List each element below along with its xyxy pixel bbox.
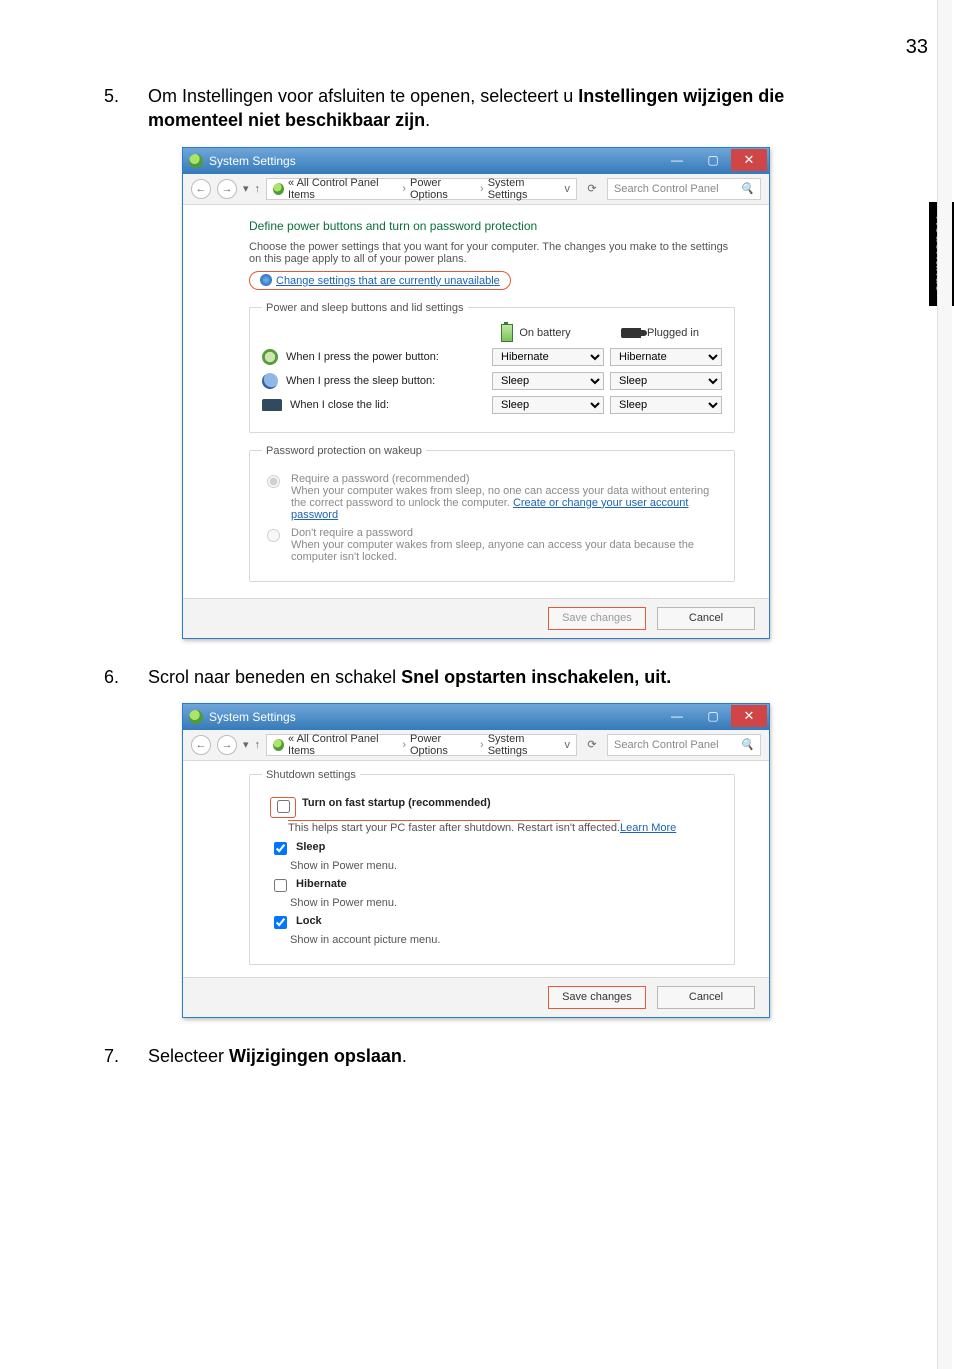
require-password-title: Require a password (recommended) <box>291 473 722 485</box>
page-heading: Define power buttons and turn on passwor… <box>249 219 735 233</box>
control-panel-icon <box>273 183 284 195</box>
learn-more-link[interactable]: Learn More <box>620 822 676 834</box>
fast-startup-checkbox[interactable] <box>277 800 290 813</box>
sleep-button-icon <box>262 373 278 389</box>
back-button[interactable]: ← <box>191 735 211 755</box>
breadcrumb[interactable]: « All Control Panel Items› Power Options… <box>266 178 577 200</box>
hibernate-label: Hibernate <box>296 878 347 890</box>
control-panel-icon <box>189 154 203 168</box>
system-settings-window-1: System Settings — ▢ ✕ ← → ▾ ↑ « All Cont… <box>182 147 770 639</box>
hibernate-desc: Show in Power menu. <box>290 897 722 909</box>
recent-dropdown-icon[interactable]: ▾ <box>243 738 249 751</box>
forward-button[interactable]: → <box>217 179 237 199</box>
close-button[interactable]: ✕ <box>731 149 767 171</box>
group-legend: Power and sleep buttons and lid settings <box>262 302 468 314</box>
chevron-down-icon[interactable]: v <box>565 183 571 195</box>
password-group-legend: Password protection on wakeup <box>262 445 426 457</box>
row-power-label: When I press the power button: <box>286 351 439 363</box>
forward-button[interactable]: → <box>217 735 237 755</box>
system-settings-window-2: System Settings — ▢ ✕ ← → ▾ ↑ « All Cont… <box>182 703 770 1018</box>
back-button[interactable]: ← <box>191 179 211 199</box>
save-button[interactable]: Save changes <box>548 607 646 630</box>
up-button[interactable]: ↑ <box>255 183 261 195</box>
step-5-text: 5.Om Instellingen voor afsluiten te open… <box>126 84 864 133</box>
lock-checkbox[interactable] <box>274 916 287 929</box>
shield-icon <box>260 274 272 286</box>
plug-icon <box>621 328 641 338</box>
search-input[interactable]: Search Control Panel🔍 <box>607 178 761 200</box>
power-battery-select[interactable]: Hibernate <box>492 348 604 366</box>
fast-startup-desc: This helps start your PC faster after sh… <box>288 822 620 834</box>
refresh-button[interactable]: ⟳ <box>583 738 601 751</box>
cancel-button[interactable]: Cancel <box>657 986 755 1009</box>
refresh-button[interactable]: ⟳ <box>583 182 601 195</box>
require-password-radio[interactable] <box>267 475 280 488</box>
close-button[interactable]: ✕ <box>731 705 767 727</box>
control-panel-icon <box>273 739 284 751</box>
recent-dropdown-icon[interactable]: ▾ <box>243 182 249 195</box>
page-description: Choose the power settings that you want … <box>249 241 735 265</box>
search-icon: 🔍 <box>740 738 754 751</box>
titlebar: System Settings — ▢ ✕ <box>183 148 769 174</box>
no-password-title: Don't require a password <box>291 527 722 539</box>
password-group: Password protection on wakeup Require a … <box>249 445 735 582</box>
cancel-button[interactable]: Cancel <box>657 607 755 630</box>
sleep-label: Sleep <box>296 841 325 853</box>
power-button-icon <box>262 349 278 365</box>
step-7-text: 7.Selecteer Wijzigingen opslaan. <box>126 1044 864 1068</box>
sleep-checkbox[interactable] <box>274 842 287 855</box>
col-plugged-label: Plugged in <box>647 327 699 339</box>
no-password-desc: When your computer wakes from sleep, any… <box>291 539 722 563</box>
maximize-button[interactable]: ▢ <box>695 149 731 171</box>
hibernate-checkbox[interactable] <box>274 879 287 892</box>
minimize-button[interactable]: — <box>659 705 695 727</box>
footer-bar: Save changes Cancel <box>183 977 769 1017</box>
titlebar: System Settings — ▢ ✕ <box>183 704 769 730</box>
window-title: System Settings <box>209 710 296 724</box>
sleep-battery-select[interactable]: Sleep <box>492 372 604 390</box>
footer-bar: Save changes Cancel <box>183 598 769 638</box>
address-bar: ← → ▾ ↑ « All Control Panel Items› Power… <box>183 174 769 205</box>
search-icon: 🔍 <box>740 182 754 195</box>
window-title: System Settings <box>209 154 296 168</box>
shutdown-group-legend: Shutdown settings <box>262 769 360 781</box>
col-battery-label: On battery <box>519 327 570 339</box>
power-plugged-select[interactable]: Hibernate <box>610 348 722 366</box>
up-button[interactable]: ↑ <box>255 739 261 751</box>
lid-battery-select[interactable]: Sleep <box>492 396 604 414</box>
page-number: 33 <box>906 36 928 59</box>
breadcrumb[interactable]: « All Control Panel Items› Power Options… <box>266 734 577 756</box>
row-sleep-label: When I press the sleep button: <box>286 375 435 387</box>
chevron-down-icon[interactable]: v <box>565 739 571 751</box>
address-bar: ← → ▾ ↑ « All Control Panel Items› Power… <box>183 730 769 761</box>
row-lid-label: When I close the lid: <box>290 399 389 411</box>
save-button[interactable]: Save changes <box>548 986 646 1009</box>
search-input[interactable]: Search Control Panel🔍 <box>607 734 761 756</box>
change-unavailable-link[interactable]: Change settings that are currently unava… <box>249 271 511 290</box>
step-6-text: 6.Scrol naar beneden en schakel Snel ops… <box>126 665 864 689</box>
lock-desc: Show in account picture menu. <box>290 934 722 946</box>
sleep-desc: Show in Power menu. <box>290 860 722 872</box>
sleep-plugged-select[interactable]: Sleep <box>610 372 722 390</box>
lid-icon <box>262 399 282 411</box>
fast-startup-label: Turn on fast startup (recommended) <box>302 797 491 809</box>
minimize-button[interactable]: — <box>659 149 695 171</box>
buttons-lid-group: Power and sleep buttons and lid settings… <box>249 302 735 433</box>
lock-label: Lock <box>296 915 322 927</box>
scrollbar[interactable] <box>937 0 952 1369</box>
no-password-radio[interactable] <box>267 529 280 542</box>
lid-plugged-select[interactable]: Sleep <box>610 396 722 414</box>
maximize-button[interactable]: ▢ <box>695 705 731 727</box>
control-panel-icon <box>189 710 203 724</box>
shutdown-settings-group: Shutdown settings Turn on fast startup (… <box>249 769 735 965</box>
battery-icon <box>501 324 513 342</box>
